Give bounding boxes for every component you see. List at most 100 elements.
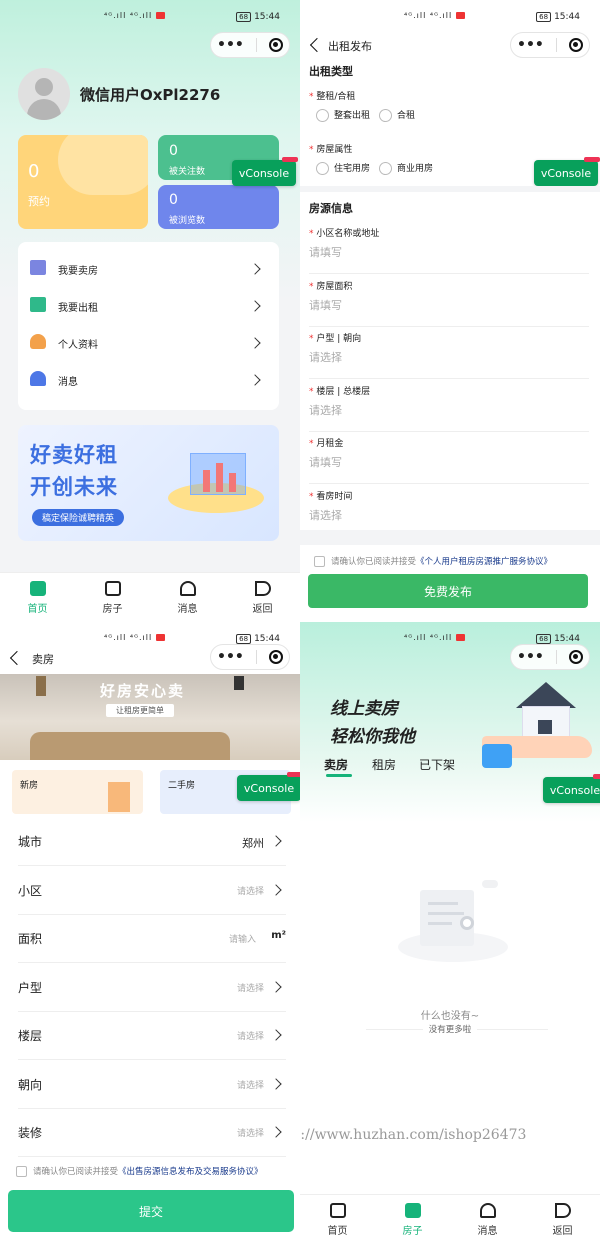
- more-icon[interactable]: •••: [517, 649, 544, 665]
- chevron-right-icon: [270, 883, 282, 896]
- sell-form-row[interactable]: 装修 请选择: [18, 1109, 286, 1157]
- sell-banner: 好房安心卖 让租房更简单: [0, 674, 300, 760]
- close-target-icon[interactable]: [568, 38, 583, 52]
- tab-sell[interactable]: 卖房: [324, 756, 348, 773]
- vconsole-button[interactable]: vConsole: [534, 157, 600, 186]
- menu-item-rent[interactable]: 我要出租: [18, 287, 279, 324]
- sell-form-row[interactable]: 城市 郑州: [18, 818, 286, 866]
- more-icon[interactable]: •••: [217, 649, 244, 665]
- house-hand-illustration: [482, 682, 592, 768]
- form-field[interactable]: * 户型 | 朝向 请选择: [309, 329, 589, 379]
- agreement-row[interactable]: 请确认你已阅读并接受《出售房源信息发布及交易服务协议》: [16, 1165, 263, 1177]
- radio-whole[interactable]: 整套出租: [316, 108, 370, 122]
- status-bar: ⁴ᴳ.ıll ⁴ᴳ.ıll 68 15:44: [404, 11, 580, 22]
- tab-house[interactable]: 房子: [75, 573, 150, 622]
- more-icon[interactable]: •••: [217, 37, 244, 53]
- miniprogram-capsule[interactable]: •••: [510, 644, 590, 670]
- field-placeholder[interactable]: 请填写: [309, 454, 342, 470]
- home-icon: [29, 580, 46, 596]
- sell-form-row[interactable]: 面积 请输入 m²: [18, 915, 286, 963]
- vconsole-button[interactable]: vConsole: [237, 772, 300, 801]
- miniprogram-capsule[interactable]: •••: [510, 32, 590, 58]
- chevron-right-icon: [270, 1077, 282, 1090]
- tab-underline: [326, 774, 352, 777]
- bell-icon: [30, 371, 46, 386]
- tab-rent[interactable]: 租房: [372, 756, 396, 773]
- field-placeholder[interactable]: 请选择: [309, 507, 342, 523]
- house-list-screen: ⁴ᴳ.ıll ⁴ᴳ.ıll 68 15:44 ••• 线上卖房 轻松你我他 卖房 …: [300, 622, 600, 1244]
- form-field[interactable]: * 月租金 请填写: [309, 434, 589, 484]
- username: 微信用户OxPl2276: [80, 86, 221, 104]
- sell-form-row[interactable]: 朝向 请选择: [18, 1061, 286, 1109]
- chevron-right-icon: [270, 980, 282, 993]
- form-field[interactable]: * 楼层 | 总楼层 请选择: [309, 382, 589, 432]
- tab-bar: 首页 房子 消息 返回: [0, 572, 300, 622]
- sell-form-row[interactable]: 楼层 请选择: [18, 1012, 286, 1060]
- radio-residential[interactable]: 住宅用房: [316, 161, 370, 175]
- sofa-illustration: [30, 732, 230, 760]
- building-icon: [404, 1202, 421, 1218]
- miniprogram-capsule[interactable]: •••: [210, 644, 290, 670]
- card-new-house[interactable]: 新房: [12, 770, 143, 814]
- empty-state-illustration: [398, 872, 508, 968]
- field-placeholder[interactable]: 请选择: [309, 349, 342, 365]
- home-icon: [329, 1202, 346, 1218]
- agreement-row[interactable]: 请确认你已阅读并接受《个人用户租房房源推广服务协议》: [314, 555, 552, 567]
- chevron-right-icon: [249, 300, 261, 312]
- chevron-right-icon: [270, 1029, 282, 1041]
- field-placeholder[interactable]: 请填写: [309, 297, 342, 313]
- close-target-icon[interactable]: [568, 650, 583, 664]
- chevron-right-icon: [270, 835, 282, 847]
- back-arrow-icon[interactable]: [309, 37, 325, 53]
- form-field[interactable]: * 看房时间 请选择: [309, 487, 589, 537]
- user-icon: [30, 334, 46, 349]
- radio-shared[interactable]: 合租: [379, 108, 415, 122]
- radio-commercial[interactable]: 商业用房: [379, 161, 433, 175]
- more-icon[interactable]: •••: [517, 37, 544, 53]
- tab-home[interactable]: 首页: [300, 1195, 375, 1244]
- rent-publish-screen: ⁴ᴳ.ıll ⁴ᴳ.ıll 68 15:44 出租发布 ••• 出租类型 * 整租…: [300, 0, 600, 622]
- form-field[interactable]: * 小区名称或地址 请填写: [309, 224, 589, 274]
- building-icon: [108, 782, 130, 812]
- reservation-card[interactable]: 0 预约: [18, 135, 148, 229]
- viewed-card[interactable]: 0 被浏览数: [158, 185, 279, 229]
- chevron-right-icon: [249, 337, 261, 349]
- menu-item-sell[interactable]: 我要卖房: [18, 250, 279, 287]
- building-icon: [30, 260, 46, 275]
- page-title: 卖房: [32, 653, 54, 666]
- form-field[interactable]: * 房屋面积 请填写: [309, 277, 589, 327]
- empty-title: 什么也没有~: [420, 1011, 480, 1022]
- submit-button[interactable]: 提交: [8, 1190, 294, 1232]
- field-placeholder[interactable]: 请填写: [309, 244, 342, 260]
- miniprogram-capsule[interactable]: •••: [210, 32, 290, 58]
- promo-banner[interactable]: 好卖好租 开创未来 稿定保险诚聘精英: [18, 425, 279, 541]
- tab-back[interactable]: 返回: [225, 573, 300, 622]
- menu-item-profile[interactable]: 个人资料: [18, 324, 279, 361]
- watermark-text: https://www.huzhan.com/ishop26473: [300, 1127, 527, 1143]
- chevron-right-icon: [270, 1126, 282, 1138]
- vconsole-button[interactable]: vConsole: [543, 774, 600, 803]
- tab-back[interactable]: 返回: [525, 1195, 600, 1244]
- close-target-icon[interactable]: [268, 650, 283, 664]
- avatar[interactable]: [18, 68, 70, 120]
- vconsole-button[interactable]: vConsole: [232, 157, 298, 186]
- field-placeholder[interactable]: 请选择: [309, 402, 342, 418]
- tab-messages[interactable]: 消息: [150, 573, 225, 622]
- publish-button[interactable]: 免费发布: [308, 574, 588, 608]
- tab-delisted[interactable]: 已下架: [419, 756, 455, 773]
- tab-house[interactable]: 房子: [375, 1195, 450, 1244]
- menu-item-messages[interactable]: 消息: [18, 361, 279, 398]
- return-icon: [554, 1202, 571, 1218]
- chevron-right-icon: [249, 374, 261, 386]
- tab-messages[interactable]: 消息: [450, 1195, 525, 1244]
- return-icon: [254, 580, 271, 596]
- tab-bar: 首页 房子 消息 返回: [300, 1194, 600, 1244]
- tab-home[interactable]: 首页: [0, 573, 75, 622]
- menu-card: 我要卖房 我要出租 个人资料 消息: [18, 242, 279, 410]
- no-more-text: 没有更多啦: [422, 1025, 478, 1035]
- sell-house-screen: ⁴ᴳ.ıll ⁴ᴳ.ıll 68 15:44 卖房 ••• 好房安心卖 让租房更简…: [0, 622, 300, 1244]
- hero-line2: 轻松你我他: [330, 727, 415, 747]
- sell-form-row[interactable]: 小区 请选择: [18, 867, 286, 915]
- close-target-icon[interactable]: [268, 38, 283, 52]
- sell-form-row[interactable]: 户型 请选择: [18, 964, 286, 1012]
